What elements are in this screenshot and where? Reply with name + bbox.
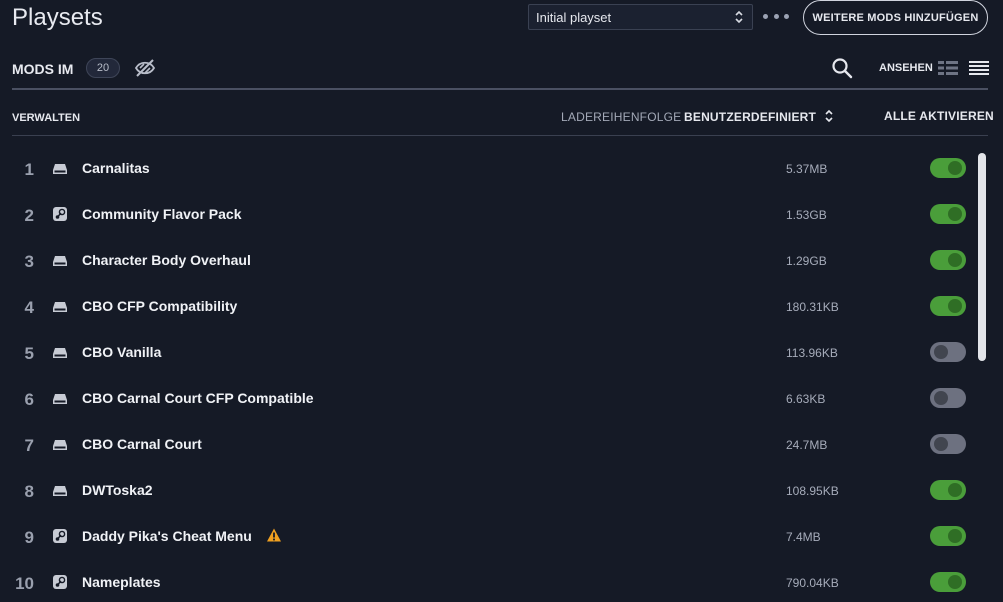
toggle-knob bbox=[948, 483, 962, 497]
mod-name[interactable]: Daddy Pika's Cheat Menu bbox=[82, 528, 252, 544]
mod-name[interactable]: CBO Vanilla bbox=[82, 344, 161, 360]
mod-size: 5.37MB bbox=[786, 162, 828, 176]
grid-view-icon[interactable] bbox=[937, 60, 959, 76]
load-order-label: LADEREIHENFOLGE bbox=[561, 110, 682, 124]
mod-order-number: 10 bbox=[15, 574, 34, 593]
toggle-knob bbox=[934, 391, 948, 405]
manage-label: VERWALTEN bbox=[12, 112, 81, 124]
local-drive-icon bbox=[52, 436, 68, 452]
local-drive-icon bbox=[52, 298, 68, 314]
load-order-select[interactable]: BENUTZERDEFINIERT bbox=[684, 110, 816, 124]
mod-size: 180.31KB bbox=[786, 300, 839, 314]
toggle-knob bbox=[934, 345, 948, 359]
mod-enabled-toggle[interactable] bbox=[930, 480, 966, 500]
mod-row[interactable]: 6 CBO Carnal Court CFP Compatible 6.63KB bbox=[0, 376, 975, 422]
mod-order-number: 1 bbox=[24, 160, 34, 179]
chevron-up-down-icon[interactable] bbox=[824, 108, 834, 124]
mod-name[interactable]: Carnalitas bbox=[82, 160, 150, 176]
more-dots-icon[interactable] bbox=[763, 8, 789, 24]
local-drive-icon bbox=[52, 482, 68, 498]
mod-row[interactable]: 5 CBO Vanilla 113.96KB bbox=[0, 330, 975, 376]
steam-icon bbox=[52, 206, 68, 222]
mod-enabled-toggle[interactable] bbox=[930, 342, 966, 362]
mod-size: 1.29GB bbox=[786, 254, 827, 268]
toggle-knob bbox=[948, 575, 962, 589]
mod-order-number: 5 bbox=[24, 344, 34, 363]
mod-size: 1.53GB bbox=[786, 208, 827, 222]
mod-row[interactable]: 3 Character Body Overhaul 1.29GB bbox=[0, 238, 975, 284]
search-icon[interactable] bbox=[831, 57, 853, 79]
playsets-page: Playsets Initial playset WEITERE MODS HI… bbox=[0, 0, 1003, 602]
toggle-knob bbox=[948, 299, 962, 313]
mod-size: 6.63KB bbox=[786, 392, 826, 406]
mod-enabled-toggle[interactable] bbox=[930, 204, 966, 224]
mod-enabled-toggle[interactable] bbox=[930, 158, 966, 178]
toggle-knob bbox=[934, 437, 948, 451]
mod-list: 1 Carnalitas 5.37MB 2 Community Flavor Pack 1… bbox=[0, 146, 975, 602]
toggle-knob bbox=[948, 529, 962, 543]
local-drive-icon bbox=[52, 252, 68, 268]
mod-name[interactable]: CBO Carnal Court CFP Compatible bbox=[82, 390, 314, 406]
mod-name[interactable]: CBO CFP Compatibility bbox=[82, 298, 237, 314]
steam-icon bbox=[52, 574, 68, 590]
mod-enabled-toggle[interactable] bbox=[930, 434, 966, 454]
mod-order-number: 7 bbox=[24, 436, 34, 455]
warning-icon[interactable] bbox=[266, 527, 282, 543]
mod-row[interactable]: 2 Community Flavor Pack 1.53GB bbox=[0, 192, 975, 238]
mod-size: 24.7MB bbox=[786, 438, 828, 452]
mod-name[interactable]: Nameplates bbox=[82, 574, 161, 590]
mod-row[interactable]: 10 Nameplates 790.04KB bbox=[0, 560, 975, 602]
local-drive-icon bbox=[52, 390, 68, 406]
mod-size: 7.4MB bbox=[786, 530, 821, 544]
chevron-up-down-icon bbox=[735, 10, 743, 24]
playset-select[interactable]: Initial playset bbox=[528, 4, 753, 30]
toggle-knob bbox=[948, 253, 962, 267]
add-mods-button[interactable]: WEITERE MODS HINZUFÜGEN bbox=[803, 0, 988, 35]
mod-size: 108.95KB bbox=[786, 484, 839, 498]
mod-order-number: 4 bbox=[24, 298, 34, 317]
mod-enabled-toggle[interactable] bbox=[930, 526, 966, 546]
mod-order-number: 6 bbox=[24, 390, 34, 409]
mod-order-number: 3 bbox=[24, 252, 34, 271]
mod-enabled-toggle[interactable] bbox=[930, 250, 966, 270]
steam-icon bbox=[52, 528, 68, 544]
mod-row[interactable]: 9 Daddy Pika's Cheat Menu 7.4MB bbox=[0, 514, 975, 560]
mod-row[interactable]: 1 Carnalitas 5.37MB bbox=[0, 146, 975, 192]
mod-size: 790.04KB bbox=[786, 576, 839, 590]
mod-enabled-toggle[interactable] bbox=[930, 296, 966, 316]
mod-row[interactable]: 7 CBO Carnal Court 24.7MB bbox=[0, 422, 975, 468]
toggle-knob bbox=[948, 207, 962, 221]
activate-all-button[interactable]: ALLE AKTIVIEREN bbox=[884, 109, 994, 123]
toggle-knob bbox=[948, 161, 962, 175]
mod-name[interactable]: CBO Carnal Court bbox=[82, 436, 202, 452]
mod-order-number: 2 bbox=[24, 206, 34, 225]
mod-name[interactable]: DWToska2 bbox=[82, 482, 153, 498]
playset-select-value: Initial playset bbox=[536, 9, 612, 25]
mod-order-number: 9 bbox=[24, 528, 34, 547]
list-divider bbox=[12, 135, 988, 136]
hide-disabled-icon[interactable] bbox=[134, 58, 156, 78]
view-label: ANSEHEN bbox=[879, 62, 933, 74]
mod-row[interactable]: 4 CBO CFP Compatibility 180.31KB bbox=[0, 284, 975, 330]
page-title: Playsets bbox=[12, 4, 103, 31]
local-drive-icon bbox=[52, 344, 68, 360]
mod-name[interactable]: Character Body Overhaul bbox=[82, 252, 251, 268]
scrollbar[interactable] bbox=[978, 153, 986, 361]
local-drive-icon bbox=[52, 160, 68, 176]
header-divider bbox=[12, 88, 988, 90]
mod-count-badge: 20 bbox=[86, 58, 120, 78]
mod-enabled-toggle[interactable] bbox=[930, 572, 966, 592]
mods-label: MODS IM bbox=[12, 61, 74, 77]
mod-enabled-toggle[interactable] bbox=[930, 388, 966, 408]
mod-row[interactable]: 8 DWToska2 108.95KB bbox=[0, 468, 975, 514]
mod-size: 113.96KB bbox=[786, 346, 838, 360]
mod-name[interactable]: Community Flavor Pack bbox=[82, 206, 242, 222]
list-view-icon[interactable] bbox=[968, 60, 990, 76]
mod-order-number: 8 bbox=[24, 482, 34, 501]
